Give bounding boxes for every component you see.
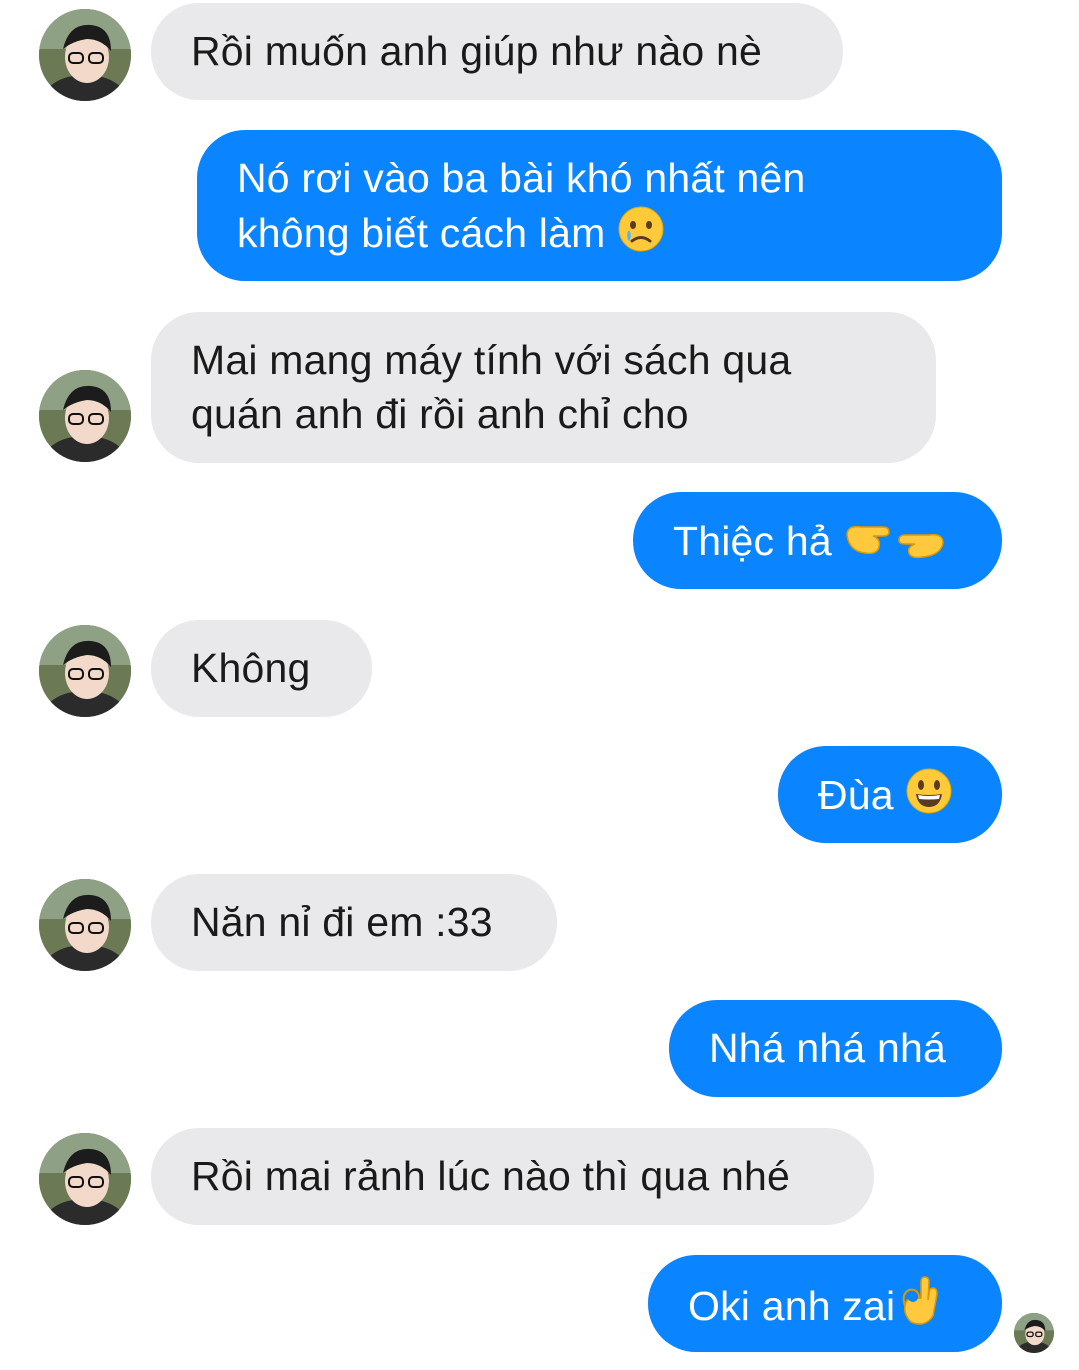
ok-hand-icon bbox=[895, 1276, 941, 1339]
message-received[interactable]: Rồi muốn anh giúp như nào nè bbox=[151, 3, 843, 100]
message-text-line: quán anh đi rồi anh chỉ cho bbox=[191, 391, 689, 437]
message-text: Thiệc hả bbox=[673, 518, 832, 564]
avatar[interactable] bbox=[39, 9, 131, 101]
seen-avatar-icon bbox=[1014, 1313, 1054, 1353]
message-text: Nhá nhá nhá bbox=[709, 1025, 947, 1071]
avatar[interactable] bbox=[39, 370, 131, 462]
message-sent[interactable]: Thiệc hả bbox=[633, 492, 1002, 589]
crying-face-icon bbox=[617, 205, 665, 266]
message-text: Oki anh zai bbox=[688, 1283, 896, 1329]
message-received[interactable]: Rồi mai rảnh lúc nào thì qua nhé bbox=[151, 1128, 874, 1225]
avatar[interactable] bbox=[39, 625, 131, 717]
message-sent[interactable]: Oki anh zai bbox=[648, 1255, 1002, 1352]
message-text: Không bbox=[191, 645, 311, 691]
message-received[interactable]: Năn nỉ đi em :33 bbox=[151, 874, 557, 971]
grinning-face-icon bbox=[905, 767, 953, 828]
avatar[interactable] bbox=[39, 879, 131, 971]
message-received[interactable]: Không bbox=[151, 620, 372, 717]
message-text: Năn nỉ đi em :33 bbox=[191, 899, 493, 945]
message-text: Rồi muốn anh giúp như nào nè bbox=[191, 28, 763, 74]
message-text-line: Mai mang máy tính với sách qua bbox=[191, 337, 792, 383]
avatar[interactable] bbox=[39, 1133, 131, 1225]
message-text: Đùa bbox=[818, 772, 894, 818]
message-sent[interactable]: Đùa bbox=[778, 746, 1002, 843]
message-received[interactable]: Mai mang máy tính với sách qua quán anh … bbox=[151, 312, 936, 463]
message-sent[interactable]: Nhá nhá nhá bbox=[669, 1000, 1002, 1097]
message-sent[interactable]: Nó rơi vào ba bài khó nhất nên không biế… bbox=[197, 130, 1002, 281]
message-text-line: Nó rơi vào ba bài khó nhất nên bbox=[237, 155, 806, 201]
fingers-pointing-together-icon bbox=[843, 513, 947, 574]
message-text: Rồi mai rảnh lúc nào thì qua nhé bbox=[191, 1153, 790, 1199]
message-text-line: không biết cách làm bbox=[237, 210, 606, 256]
